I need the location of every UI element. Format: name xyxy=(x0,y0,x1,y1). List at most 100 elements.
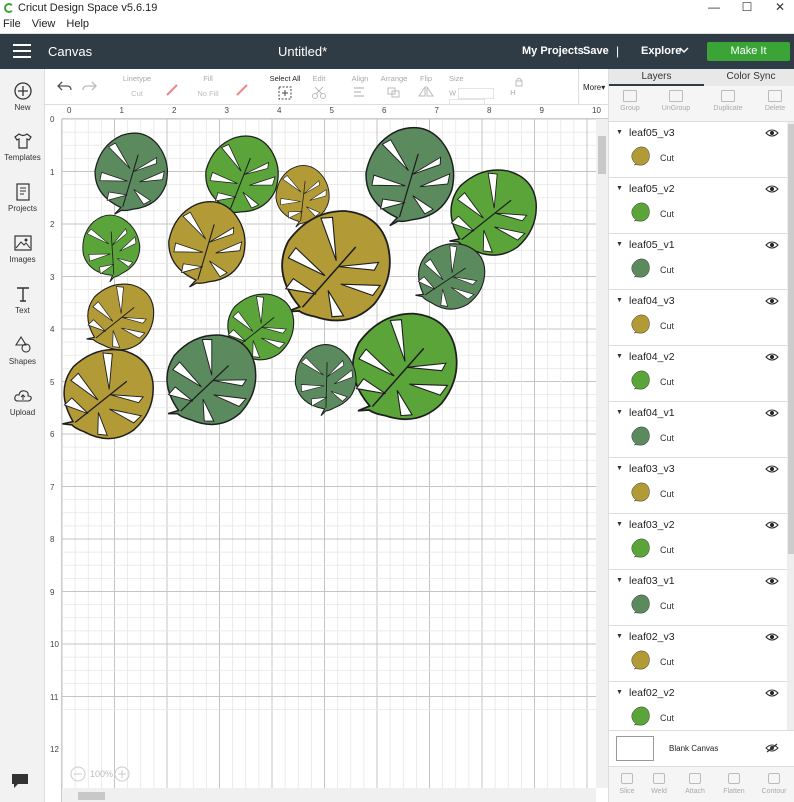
my-projects-link[interactable]: My Projects xyxy=(522,45,584,57)
layer-group[interactable]: ▼ leaf03_v1 Cut xyxy=(609,570,787,626)
fill-control[interactable]: Fill No Fill xyxy=(185,74,231,98)
zoom-in-icon[interactable] xyxy=(114,766,130,782)
layer-group[interactable]: ▼ leaf03_v3 Cut xyxy=(609,458,787,514)
close-icon[interactable]: ✕ xyxy=(760,0,794,16)
layer-group[interactable]: ▼ leaf04_v1 Cut xyxy=(609,402,787,458)
edit-button[interactable]: Edit xyxy=(307,74,331,100)
leaf-gold-5[interactable] xyxy=(62,334,166,452)
layer-name[interactable]: leaf05_v3 xyxy=(629,127,675,139)
make-it-button[interactable]: Make It xyxy=(707,42,790,61)
layer-name[interactable]: leaf04_v2 xyxy=(629,351,675,363)
width-input[interactable] xyxy=(458,88,495,99)
eye-icon[interactable] xyxy=(765,576,779,586)
eye-icon[interactable] xyxy=(765,128,779,138)
design-canvas[interactable] xyxy=(62,119,596,788)
lock-icon[interactable] xyxy=(514,77,524,87)
tab-layers[interactable]: Layers xyxy=(609,71,704,86)
collapse-caret-icon[interactable]: ▼ xyxy=(616,521,623,528)
linetype-control[interactable]: Linetype Cut xyxy=(117,74,157,98)
layer-group[interactable]: ▼ leaf02_v2 Cut xyxy=(609,682,787,730)
leaf-green-5[interactable] xyxy=(343,303,466,429)
eye-icon[interactable] xyxy=(765,352,779,362)
zoom-out-icon[interactable] xyxy=(70,766,86,782)
eye-icon[interactable] xyxy=(765,184,779,194)
tab-color-sync[interactable]: Color Sync xyxy=(709,71,793,82)
collapse-caret-icon[interactable]: ▼ xyxy=(616,577,623,584)
duplicate-button[interactable]: Duplicate xyxy=(710,90,746,112)
images-tool[interactable]: Images xyxy=(0,233,45,264)
chevron-down-icon[interactable] xyxy=(678,43,690,57)
collapse-caret-icon[interactable]: ▼ xyxy=(616,241,623,248)
eye-icon[interactable] xyxy=(765,688,779,698)
fill-color-icon[interactable] xyxy=(235,83,249,97)
blank-canvas-swatch[interactable] xyxy=(616,736,654,761)
vertical-scroll-thumb[interactable] xyxy=(598,136,606,174)
layer-name[interactable]: leaf05_v1 xyxy=(629,239,675,251)
leaf-gold-3[interactable] xyxy=(272,200,400,330)
weld-button[interactable]: Weld xyxy=(641,773,677,795)
chat-icon[interactable] xyxy=(10,772,30,790)
eye-icon[interactable] xyxy=(765,632,779,642)
eye-icon[interactable] xyxy=(765,520,779,530)
flip-button[interactable]: Flip xyxy=(413,74,439,98)
leaf-sage-1[interactable] xyxy=(85,125,177,218)
arrange-button[interactable]: Arrange xyxy=(377,74,411,98)
layer-group[interactable]: ▼ leaf02_v3 Cut xyxy=(609,626,787,682)
eye-icon[interactable] xyxy=(765,408,779,418)
layer-name[interactable]: leaf03_v2 xyxy=(629,519,675,531)
slice-button[interactable]: Slice xyxy=(609,773,645,795)
canvas-vertical-scrollbar[interactable] xyxy=(596,119,608,788)
layer-name[interactable]: leaf02_v2 xyxy=(629,687,675,699)
save-button[interactable]: Save xyxy=(583,45,609,57)
group-button[interactable]: Group xyxy=(612,90,648,112)
layers-scrollbar[interactable] xyxy=(787,122,794,730)
collapse-caret-icon[interactable]: ▼ xyxy=(616,185,623,192)
eye-icon[interactable] xyxy=(765,296,779,306)
layer-name[interactable]: leaf02_v3 xyxy=(629,631,675,643)
attach-button[interactable]: Attach xyxy=(677,773,713,795)
ungroup-button[interactable]: UnGroup xyxy=(658,90,694,112)
layer-name[interactable]: leaf05_v2 xyxy=(629,183,675,195)
templates-tool[interactable]: Templates xyxy=(0,131,45,162)
menu-file[interactable]: File xyxy=(0,16,21,30)
leaf-sage-5[interactable] xyxy=(282,334,368,421)
linetype-color-icon[interactable] xyxy=(165,83,179,97)
layer-name[interactable]: leaf04_v1 xyxy=(629,407,675,419)
more-button[interactable]: More▾ xyxy=(583,83,605,92)
projects-tool[interactable]: Projects xyxy=(0,182,45,213)
collapse-caret-icon[interactable]: ▼ xyxy=(616,465,623,472)
undo-icon[interactable] xyxy=(57,79,73,93)
canvas-horizontal-scrollbar[interactable] xyxy=(62,788,596,802)
collapse-caret-icon[interactable]: ▼ xyxy=(616,129,623,136)
leaf-sage-2[interactable] xyxy=(354,119,465,231)
text-tool[interactable]: Text xyxy=(0,284,45,315)
shapes-tool[interactable]: Shapes xyxy=(0,335,45,366)
menu-help[interactable]: Help xyxy=(63,16,89,30)
contour-button[interactable]: Contour xyxy=(756,773,792,795)
layer-group[interactable]: ▼ leaf03_v2 Cut xyxy=(609,514,787,570)
layer-name[interactable]: leaf04_v3 xyxy=(629,295,675,307)
collapse-caret-icon[interactable]: ▼ xyxy=(616,353,623,360)
eye-hidden-icon[interactable] xyxy=(765,743,779,753)
upload-tool[interactable]: Upload xyxy=(0,386,45,417)
layer-group[interactable]: ▼ leaf05_v2 Cut xyxy=(609,178,787,234)
collapse-caret-icon[interactable]: ▼ xyxy=(616,409,623,416)
explore-menu[interactable]: Explore xyxy=(641,45,681,57)
blank-canvas-row[interactable]: Blank Canvas xyxy=(609,730,794,766)
collapse-caret-icon[interactable]: ▼ xyxy=(616,297,623,304)
select-all-button[interactable]: Select All xyxy=(267,74,303,100)
flatten-button[interactable]: Flatten xyxy=(716,773,752,795)
redo-icon[interactable] xyxy=(81,79,97,93)
hamburger-menu-icon[interactable] xyxy=(13,44,31,58)
menu-view[interactable]: View xyxy=(29,16,56,30)
layer-group[interactable]: ▼ leaf04_v3 Cut xyxy=(609,290,787,346)
eye-icon[interactable] xyxy=(765,464,779,474)
align-button[interactable]: Align xyxy=(345,74,375,98)
new-tool[interactable]: New xyxy=(0,81,45,112)
layer-name[interactable]: leaf03_v1 xyxy=(629,575,675,587)
collapse-caret-icon[interactable]: ▼ xyxy=(616,689,623,696)
layer-name[interactable]: leaf03_v3 xyxy=(629,463,675,475)
layer-group[interactable]: ▼ leaf04_v2 Cut xyxy=(609,346,787,402)
leaf-green-3[interactable] xyxy=(69,204,152,288)
horizontal-scroll-thumb[interactable] xyxy=(78,792,105,800)
